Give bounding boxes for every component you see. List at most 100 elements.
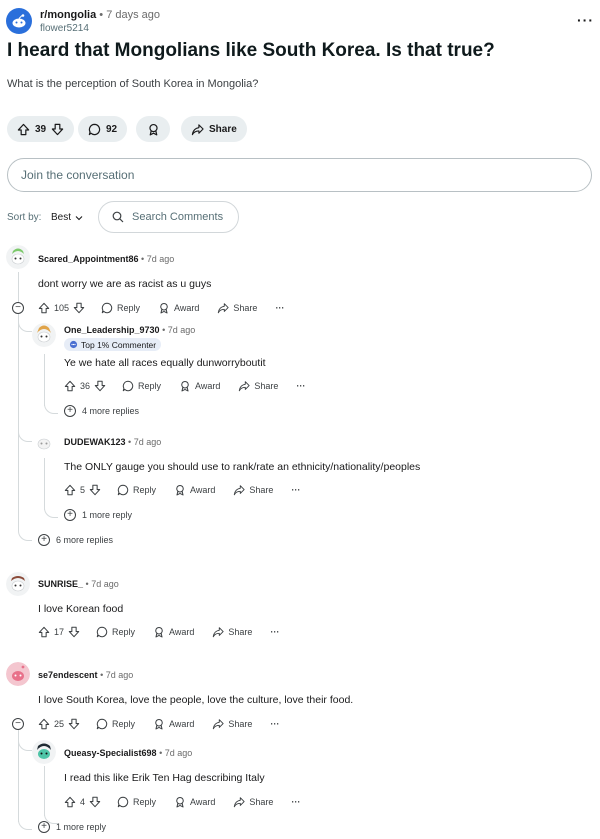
- comment-bubble-icon: [122, 380, 134, 392]
- overflow-menu-icon[interactable]: ···: [270, 627, 279, 637]
- snoo-avatar-icon: [32, 740, 56, 764]
- separator-dot: •: [141, 254, 145, 264]
- post-comments-button[interactable]: 92: [78, 116, 128, 142]
- award-button[interactable]: Award: [158, 302, 199, 314]
- share-arrow-icon: [234, 485, 246, 496]
- share-label: Share: [228, 627, 253, 637]
- share-button[interactable]: Share: [238, 380, 278, 392]
- upvote-icon[interactable]: [64, 484, 76, 496]
- comment-text: dont worry we are as racist as u guys: [38, 278, 212, 290]
- reply-button[interactable]: Reply: [122, 380, 161, 392]
- share-button[interactable]: Share: [212, 626, 252, 638]
- post-author[interactable]: flower5214: [40, 23, 89, 34]
- comment-bubble-icon: [96, 718, 108, 730]
- search-comments-button[interactable]: Search Comments: [98, 201, 239, 233]
- overflow-menu-icon[interactable]: ···: [296, 381, 305, 391]
- comment-author-line: Scared_Appointment86 • 7d ago: [38, 254, 174, 264]
- reply-button[interactable]: Reply: [117, 484, 156, 496]
- commenter-avatar[interactable]: [6, 572, 30, 596]
- more-replies-label: 4 more replies: [82, 406, 140, 416]
- award-button[interactable]: Award: [174, 796, 215, 808]
- upvote-icon[interactable]: [38, 302, 50, 314]
- more-replies-label: 1 more reply: [82, 510, 133, 520]
- downvote-icon[interactable]: [68, 626, 80, 638]
- upvote-icon[interactable]: [64, 796, 76, 808]
- share-button[interactable]: Share: [217, 302, 257, 314]
- award-icon: [160, 302, 168, 314]
- award-button[interactable]: Award: [174, 484, 215, 496]
- post-share-button[interactable]: Share: [181, 116, 247, 142]
- subreddit-avatar[interactable]: [6, 8, 32, 34]
- post-overflow-menu-icon[interactable]: ···: [577, 12, 594, 28]
- downvote-icon[interactable]: [68, 718, 80, 730]
- share-button[interactable]: Share: [233, 796, 273, 808]
- commenter-avatar[interactable]: [32, 740, 56, 764]
- vote-count: 4: [80, 797, 86, 807]
- commenter-avatar[interactable]: [32, 430, 56, 454]
- chevron-down-icon: [75, 215, 83, 220]
- more-replies-button[interactable]: + 6 more replies: [38, 534, 113, 546]
- comment-author-line: se7endescent • 7d ago: [38, 670, 133, 680]
- commenter-avatar[interactable]: [6, 245, 30, 269]
- upvote-icon[interactable]: [17, 123, 30, 136]
- comment-actions: 105 Reply Award Share ···: [38, 300, 284, 316]
- reply-button[interactable]: Reply: [96, 626, 135, 638]
- more-replies-button[interactable]: + 1 more reply: [64, 509, 132, 521]
- reply-button[interactable]: Reply: [101, 302, 140, 314]
- subreddit-name[interactable]: r/mongolia: [40, 9, 96, 21]
- more-replies-button[interactable]: + 1 more reply: [38, 821, 106, 833]
- overflow-menu-icon[interactable]: ···: [270, 719, 279, 729]
- comment-author[interactable]: SUNRISE_: [38, 579, 83, 589]
- upvote-icon[interactable]: [38, 718, 50, 730]
- thread-line-reply1[interactable]: [44, 354, 45, 406]
- search-icon: [112, 211, 124, 223]
- share-arrow-icon: [213, 719, 225, 730]
- overflow-menu-icon[interactable]: ···: [291, 797, 300, 807]
- comment-author[interactable]: Queasy-Specialist698: [64, 748, 157, 758]
- comment-author[interactable]: se7endescent: [38, 670, 98, 680]
- thread-line-reply6[interactable]: [44, 766, 45, 816]
- downvote-icon[interactable]: [94, 380, 106, 392]
- reply-button[interactable]: Reply: [117, 796, 156, 808]
- more-replies-button[interactable]: + 4 more replies: [64, 405, 139, 417]
- join-conversation-input[interactable]: Join the conversation: [7, 158, 592, 192]
- upvote-icon[interactable]: [64, 380, 76, 392]
- award-icon: [155, 718, 163, 730]
- collapse-thread-icon[interactable]: −: [12, 302, 24, 314]
- share-label: Share: [228, 719, 253, 729]
- comment-time: 7d ago: [105, 670, 134, 680]
- downvote-icon[interactable]: [89, 484, 101, 496]
- commenter-avatar[interactable]: [32, 323, 56, 347]
- thread-line-reply2[interactable]: [44, 458, 45, 510]
- commenter-avatar[interactable]: [6, 662, 30, 686]
- overflow-menu-icon[interactable]: ···: [291, 485, 300, 495]
- comment-author[interactable]: DUDEWAK123: [64, 437, 126, 447]
- share-arrow-icon: [213, 627, 225, 638]
- sort-label: Sort by:: [7, 212, 42, 223]
- upvote-icon[interactable]: [38, 626, 50, 638]
- share-button[interactable]: Share: [212, 718, 252, 730]
- collapse-thread-icon[interactable]: −: [12, 718, 24, 730]
- comment-author-line: One_Leadership_9730 • 7d ago: [64, 325, 195, 335]
- downvote-icon[interactable]: [89, 796, 101, 808]
- comment-actions: 5 Reply Award Share ···: [64, 482, 300, 498]
- join-placeholder: Join the conversation: [21, 168, 135, 182]
- award-button[interactable]: Award: [153, 718, 194, 730]
- comment-author[interactable]: One_Leadership_9730: [64, 325, 160, 335]
- post-vote-pill: 39: [7, 116, 75, 142]
- plus-circle-icon: +: [64, 405, 76, 417]
- award-button[interactable]: Award: [179, 380, 220, 392]
- comment-author[interactable]: Scared_Appointment86: [38, 254, 139, 264]
- vote-count: 36: [80, 381, 91, 391]
- separator-dot: •: [162, 325, 166, 335]
- award-button[interactable]: Award: [153, 626, 194, 638]
- share-button[interactable]: Share: [233, 484, 273, 496]
- post-award-button[interactable]: [136, 116, 170, 142]
- comment-text: I read this like Erik Ten Hag describing…: [64, 772, 265, 784]
- reply-button[interactable]: Reply: [96, 718, 135, 730]
- downvote-icon[interactable]: [51, 123, 64, 136]
- downvote-icon[interactable]: [73, 302, 85, 314]
- reply-label: Reply: [133, 485, 157, 495]
- overflow-menu-icon[interactable]: ···: [275, 303, 284, 313]
- sort-dropdown[interactable]: Best: [51, 212, 83, 223]
